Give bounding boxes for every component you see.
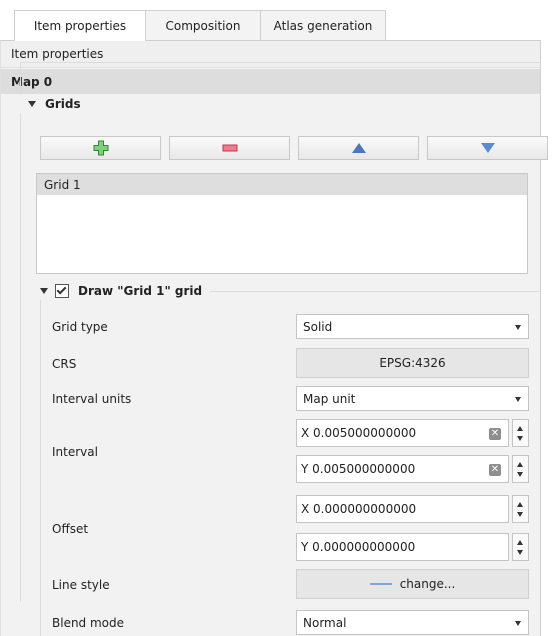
collapse-arrow-icon[interactable] — [28, 101, 36, 107]
dropdown-arrow-icon — [515, 325, 521, 330]
grids-toolbar — [40, 136, 548, 160]
spin-down-icon[interactable] — [517, 550, 523, 555]
spin-up-icon[interactable] — [517, 426, 523, 431]
crs-button[interactable]: EPSG:4326 — [296, 348, 529, 378]
offset-x-stepper[interactable] — [512, 495, 529, 523]
offset-y-stepper[interactable] — [512, 533, 529, 561]
line-style-button-label: change... — [399, 577, 456, 591]
add-icon — [93, 140, 108, 156]
spin-down-icon[interactable] — [517, 436, 523, 441]
blend-mode-select[interactable]: Normal — [296, 610, 529, 635]
interval-x-input[interactable]: X 0.005000000000 ✕ — [296, 419, 509, 447]
interval-label: Interval — [52, 445, 98, 459]
add-grid-button[interactable] — [40, 136, 161, 160]
grids-group-title: Grids — [45, 97, 81, 111]
line-preview-icon — [369, 583, 392, 585]
spin-up-icon[interactable] — [517, 502, 523, 507]
grid-type-label: Grid type — [52, 320, 108, 334]
tab-atlas-generation[interactable]: Atlas generation — [260, 10, 386, 40]
move-down-icon — [480, 143, 495, 153]
draw-grid-label: Draw "Grid 1" grid — [78, 284, 203, 298]
remove-grid-button[interactable] — [169, 136, 290, 160]
draw-grid-checkbox[interactable] — [55, 284, 69, 298]
interval-units-value: Map unit — [303, 391, 356, 406]
interval-units-label: Interval units — [52, 392, 132, 406]
spin-up-icon[interactable] — [517, 540, 523, 545]
draw-grid-header[interactable]: Draw "Grid 1" grid — [38, 282, 211, 300]
interval-y-input[interactable]: Y 0.005000000000 ✕ — [296, 455, 509, 483]
offset-x-input[interactable]: X 0.000000000000 — [296, 495, 509, 523]
grid-list[interactable]: Grid 1 — [36, 173, 528, 274]
interval-units-select[interactable]: Map unit — [296, 386, 529, 411]
blend-mode-label: Blend mode — [52, 616, 125, 630]
crs-value: EPSG:4326 — [379, 356, 446, 370]
crs-label: CRS — [52, 357, 77, 371]
move-grid-up-button[interactable] — [298, 136, 419, 160]
move-up-icon — [351, 143, 366, 153]
blend-mode-value: Normal — [303, 615, 347, 630]
clear-icon[interactable]: ✕ — [489, 464, 501, 476]
offset-x-value: X 0.000000000000 — [301, 502, 417, 516]
offset-y-value: Y 0.000000000000 — [301, 540, 416, 554]
interval-y-stepper[interactable] — [512, 455, 529, 483]
spin-up-icon[interactable] — [517, 462, 523, 467]
grids-group-header[interactable]: Grids — [20, 95, 87, 113]
grid-list-item[interactable]: Grid 1 — [37, 174, 527, 195]
checkmark-icon — [56, 284, 67, 295]
line-style-label: Line style — [52, 578, 110, 592]
offset-y-input[interactable]: Y 0.000000000000 — [296, 533, 509, 561]
collapse-arrow-icon[interactable] — [40, 288, 48, 294]
tab-composition[interactable]: Composition — [145, 10, 261, 40]
grid-type-select[interactable]: Solid — [296, 314, 529, 339]
remove-icon — [222, 144, 237, 152]
interval-x-stepper[interactable] — [512, 419, 529, 447]
grid-type-value: Solid — [303, 319, 333, 334]
move-grid-down-button[interactable] — [427, 136, 548, 160]
line-style-button[interactable]: change... — [296, 569, 529, 599]
spin-down-icon[interactable] — [517, 512, 523, 517]
tab-item-properties[interactable]: Item properties — [14, 10, 146, 41]
tab-bar: Item properties Composition Atlas genera… — [14, 10, 386, 41]
interval-x-value: X 0.005000000000 — [301, 426, 417, 440]
interval-y-value: Y 0.005000000000 — [301, 462, 416, 476]
spin-down-icon[interactable] — [517, 472, 523, 477]
offset-label: Offset — [52, 522, 89, 536]
clear-icon[interactable]: ✕ — [489, 428, 501, 440]
dropdown-arrow-icon — [515, 621, 521, 626]
dropdown-arrow-icon — [515, 397, 521, 402]
